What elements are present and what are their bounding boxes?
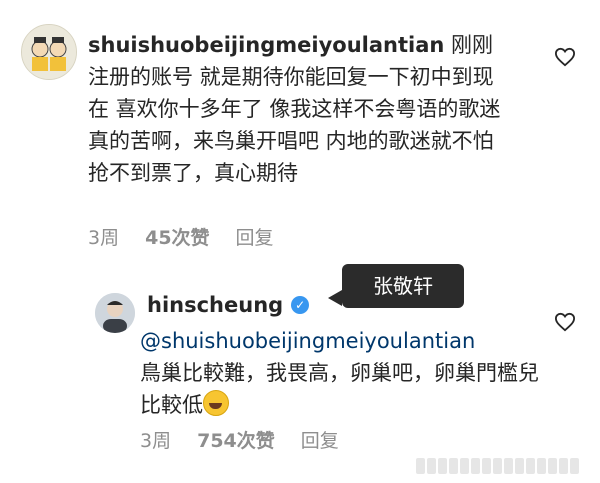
heart-icon[interactable] xyxy=(554,47,576,67)
comment-username-row: hinscheung ✓ xyxy=(147,293,310,317)
mention-link[interactable]: @shuishuobeijingmeiyoulantian xyxy=(140,325,550,357)
comment-username[interactable]: shuishuobeijingmeiyoulantian xyxy=(88,33,444,57)
comment-time: 3周 xyxy=(88,227,120,249)
reply-button[interactable]: 回复 xyxy=(236,223,274,250)
user-avatar[interactable] xyxy=(21,24,77,80)
laughing-emoji-icon xyxy=(203,390,229,416)
comment-text: @shuishuobeijingmeiyoulantian 鳥巢比較難，我畏高，… xyxy=(140,325,550,421)
watermark xyxy=(416,456,586,476)
user-avatar[interactable] xyxy=(95,293,135,333)
heart-icon[interactable] xyxy=(554,312,576,332)
comment-meta: 3周 754次赞 回复 xyxy=(140,426,339,453)
reply-button[interactable]: 回复 xyxy=(301,426,339,453)
like-count[interactable]: 45次赞 xyxy=(145,223,209,250)
avatar-illustration xyxy=(22,25,76,79)
like-count[interactable]: 754次赞 xyxy=(197,426,275,453)
comment-body: 鳥巢比較難，我畏高，卵巢吧，卵巢門檻兒比較低 xyxy=(140,357,550,421)
comment-username[interactable]: hinscheung xyxy=(147,293,283,317)
comment-time: 3周 xyxy=(140,430,172,452)
comment-1: shuishuobeijingmeiyoulantian 刚刚注册的账号 就是期… xyxy=(0,0,600,260)
comment-text: shuishuobeijingmeiyoulantian 刚刚注册的账号 就是期… xyxy=(88,29,508,189)
comment-meta: 3周 45次赞 回复 xyxy=(88,223,274,250)
comment-2-reply: hinscheung ✓ @shuishuobeijingmeiyoulanti… xyxy=(0,260,600,483)
avatar-photo xyxy=(95,293,135,333)
comment-body-text: 鳥巢比較難，我畏高，卵巢吧，卵巢門檻兒比較低 xyxy=(140,361,539,417)
verified-badge-icon: ✓ xyxy=(291,296,310,314)
